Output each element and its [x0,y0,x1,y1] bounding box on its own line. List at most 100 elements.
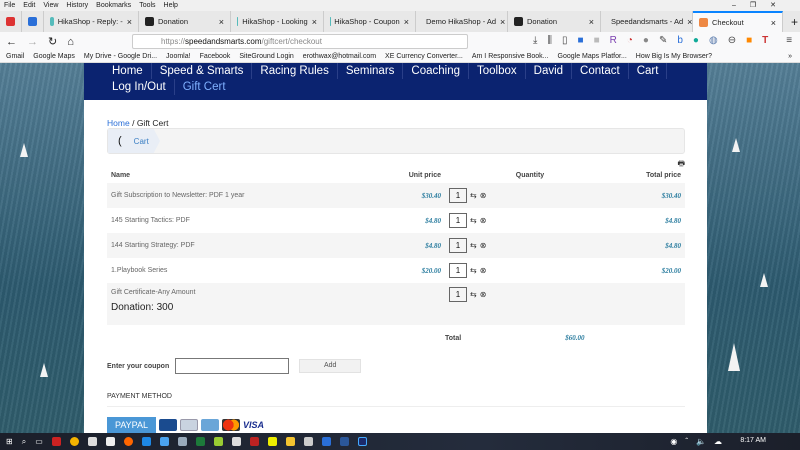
onedrive-icon[interactable] [159,437,169,446]
refresh-icon[interactable]: ⇆ [470,216,477,225]
close-icon[interactable]: × [404,17,409,27]
extension-icon[interactable]: ■ [594,35,600,46]
tab-calendar[interactable] [22,11,44,32]
extension-icon[interactable]: ◔ [627,35,633,46]
library-icon[interactable]: ⫼ [547,35,552,46]
close-icon[interactable]: × [500,17,505,27]
nav-home[interactable]: Home [104,63,152,79]
mail-icon[interactable] [231,437,241,446]
reload-button[interactable]: ↻ [48,35,57,48]
refresh-icon[interactable]: ⇆ [470,290,477,299]
refresh-icon[interactable]: ⇆ [470,191,477,200]
task-view-icon[interactable]: ▭ [35,437,43,446]
download-icon[interactable]: ⤓ [533,35,537,46]
extension-icon[interactable]: ● [643,35,649,46]
app-icon[interactable] [87,437,97,446]
nav-login[interactable]: Log In/Out [104,79,174,95]
extension-icon[interactable]: ◍ [709,35,718,46]
bookmark[interactable]: erothwax@hotmail.com [303,51,376,62]
menu-file[interactable]: File [4,0,15,11]
quantity-input[interactable]: 1 [449,238,467,253]
add-coupon-button[interactable]: Add [299,359,362,373]
extension-icon[interactable]: R [610,35,617,46]
nav-coaching[interactable]: Coaching [403,63,469,79]
chrome-icon[interactable] [69,437,79,446]
tab-checkout[interactable]: Checkout × [693,11,783,32]
bookmark[interactable]: Google Maps Platfor... [558,51,627,62]
app-icon[interactable] [213,437,223,446]
nav-cart[interactable]: Cart [629,63,668,79]
bookmark[interactable]: SiteGround Login [239,51,293,62]
window-controls[interactable]: –❐✕ [732,0,800,11]
menu-icon[interactable]: ≡ [786,35,792,46]
photoshop-icon[interactable] [357,437,367,446]
menu-history[interactable]: History [66,0,88,11]
nav-david[interactable]: David [526,63,573,79]
quantity-input[interactable]: 1 [449,263,467,278]
excel-icon[interactable] [195,437,205,446]
refresh-icon[interactable]: ⇆ [470,266,477,275]
coupon-input[interactable] [175,358,290,374]
nav-speed-smarts[interactable]: Speed & Smarts [152,63,253,79]
extension-icon[interactable]: ■ [578,35,584,46]
extension-icon[interactable]: ● [693,35,699,46]
remove-icon[interactable]: ⊗ [480,266,487,275]
menu-edit[interactable]: Edit [23,0,35,11]
tab-donation-2[interactable]: Donation × [508,11,601,32]
extension-icon[interactable]: ■ [746,35,752,46]
search-icon[interactable]: ⌕ [22,437,26,447]
bookmark[interactable]: Facebook [200,51,231,62]
account-icon[interactable]: ⊖ [728,35,736,46]
remove-icon[interactable]: ⊗ [480,216,487,225]
bookmark[interactable]: Gmail [6,51,24,62]
url-bar[interactable]: https://speedandsmarts.com/giftcert/chec… [132,34,468,49]
nav-contact[interactable]: Contact [572,63,629,79]
bookmark[interactable]: XE Currency Converter... [385,51,463,62]
nav-racing-rules[interactable]: Racing Rules [252,63,338,79]
access-icon[interactable] [249,437,259,446]
extension-icon[interactable]: T [762,35,768,46]
tab-demo-hikashop[interactable]: Demo HikaShop - Ad × [416,11,508,32]
eyedropper-icon[interactable]: ✎ [659,35,667,46]
bookmark[interactable]: Joomla! [166,51,191,62]
app-icon[interactable] [303,437,313,446]
close-icon[interactable]: × [589,17,594,27]
paypal-option[interactable]: PAYPAL [107,417,157,433]
refresh-icon[interactable]: ⇆ [470,241,477,250]
tab-donation[interactable]: Donation × [139,11,231,32]
back-button[interactable]: ← [6,36,17,48]
quantity-input[interactable]: 1 [449,188,467,203]
sticky-notes-icon[interactable] [267,437,277,446]
dropbox-icon[interactable] [105,437,115,446]
menu-view[interactable]: View [43,0,58,11]
remove-icon[interactable]: ⊗ [480,191,487,200]
remove-icon[interactable]: ⊗ [480,290,487,299]
more-bookmarks-icon[interactable]: » [788,51,800,62]
word-icon[interactable] [339,437,349,446]
home-button[interactable]: ⌂ [67,36,74,48]
menu-bookmarks[interactable]: Bookmarks [96,0,131,11]
quantity-input[interactable]: 1 [449,287,467,302]
tab-hikashop-reply[interactable]: HikaShop - Reply: - × [44,11,139,32]
bookmark[interactable]: My Drive - Google Dri... [84,51,157,62]
close-icon[interactable]: × [687,17,692,27]
file-explorer-icon[interactable] [285,437,295,446]
extension-icon[interactable]: b [677,35,683,46]
tab-hikashop-coupon[interactable]: HikaShop - Coupon × [324,11,416,32]
new-tab-button[interactable]: + [791,15,798,29]
breadcrumb-home[interactable]: Home [107,118,130,128]
edge-icon[interactable] [141,437,151,446]
app-icon[interactable] [321,437,331,446]
clock[interactable]: 8:17 AM [740,437,766,444]
bookmark[interactable]: How Big Is My Browser? [636,51,712,62]
filezilla-icon[interactable] [51,437,61,446]
bookmark[interactable]: Am I Responsive Book... [472,51,549,62]
close-icon[interactable]: × [219,17,224,27]
menu-help[interactable]: Help [164,0,178,11]
system-tray[interactable]: ◉ˆ🔈☁ [670,437,730,446]
forward-button[interactable]: → [27,36,38,48]
tab-speedandsmarts[interactable]: Speedandsmarts - Ad × [601,11,693,32]
nav-seminars[interactable]: Seminars [338,63,404,79]
app-icon[interactable] [177,437,187,446]
firefox-icon[interactable] [123,437,133,446]
